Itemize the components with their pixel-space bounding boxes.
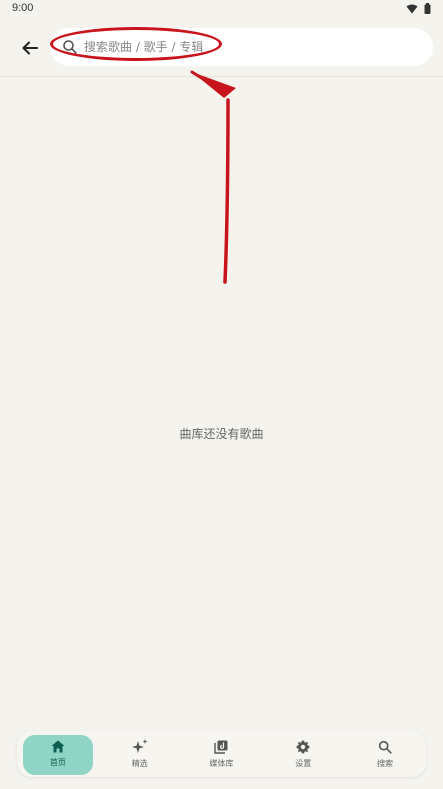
sparkle-icon <box>131 739 148 753</box>
status-time: 9:00 <box>12 2 34 14</box>
wifi-icon <box>406 4 418 13</box>
nav-label-search: 搜索 <box>377 758 394 768</box>
search-input[interactable] <box>84 28 414 66</box>
status-bar: 9:00 <box>0 0 443 20</box>
nav-item-home[interactable]: 首页 <box>17 731 99 777</box>
nav-item-library[interactable]: 媒体库 <box>181 731 263 777</box>
bottom-nav: 首页 精选 媒体库 设置 搜索 <box>17 731 426 777</box>
nav-item-settings[interactable]: 设置 <box>262 731 344 777</box>
back-button[interactable] <box>16 34 44 62</box>
empty-library-message: 曲库还没有歌曲 <box>179 427 264 441</box>
home-icon <box>51 740 65 753</box>
nav-item-search[interactable]: 搜索 <box>344 731 426 777</box>
gear-icon <box>296 740 310 753</box>
search-box[interactable] <box>50 28 433 66</box>
nav-label-settings: 设置 <box>295 758 312 768</box>
annotation-arrow <box>190 70 236 284</box>
library-icon <box>214 740 228 754</box>
search-icon <box>63 40 77 54</box>
status-icons <box>406 3 431 14</box>
nav-label-featured: 精选 <box>131 759 148 768</box>
search-header <box>0 20 443 77</box>
search-icon <box>378 740 392 754</box>
nav-item-featured[interactable]: 精选 <box>99 731 181 777</box>
battery-icon <box>424 3 431 14</box>
arrow-left-icon <box>22 41 38 55</box>
nav-label-home: 首页 <box>49 758 66 767</box>
nav-label-library: 媒体库 <box>209 758 234 768</box>
